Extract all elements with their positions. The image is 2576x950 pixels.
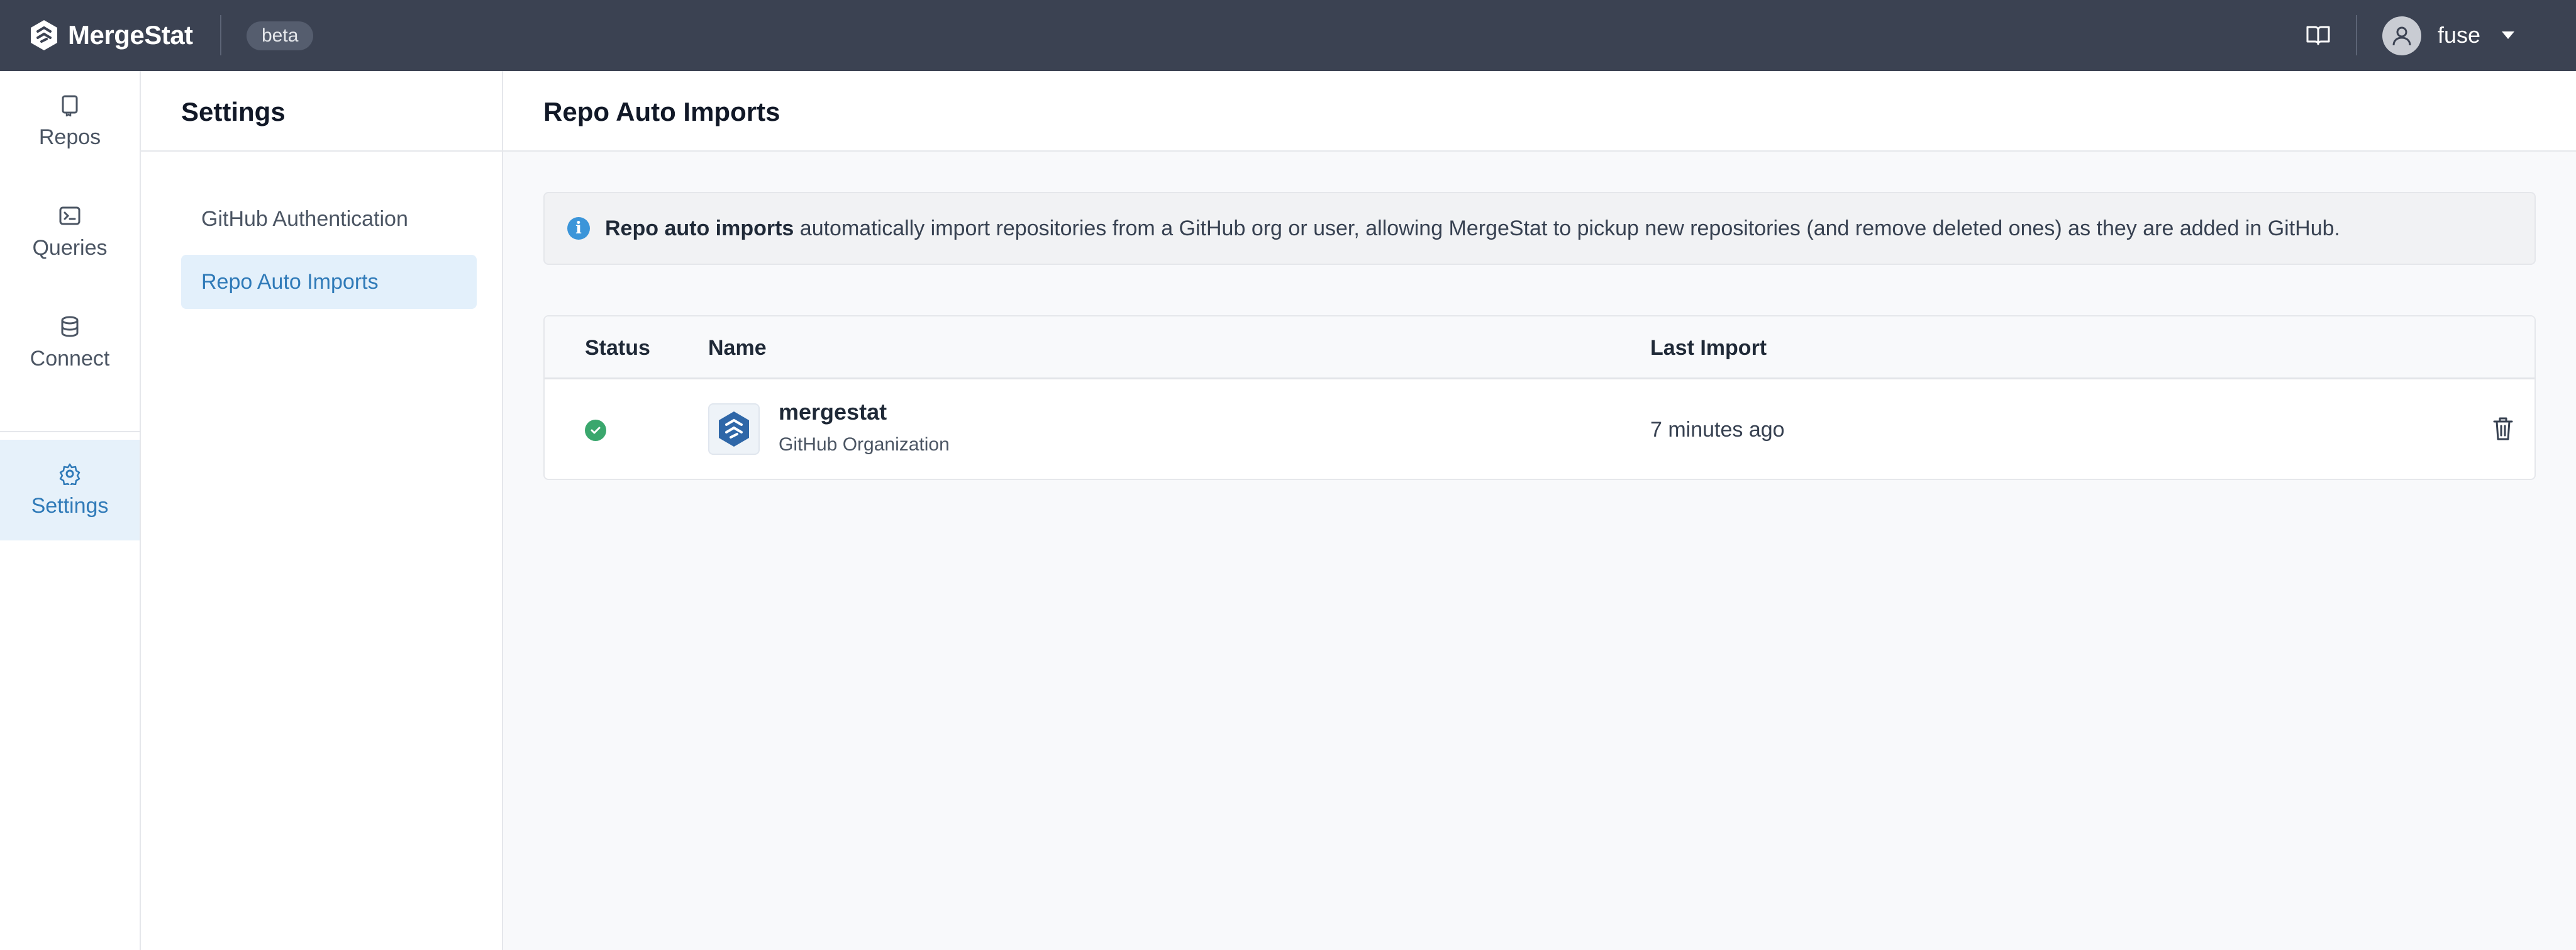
- trash-icon[interactable]: [2492, 416, 2514, 441]
- info-text: Repo auto imports automatically import r…: [605, 216, 2340, 241]
- primary-nav: Repos Queries Connect Settings: [0, 71, 141, 950]
- user-name[interactable]: fuse: [2438, 19, 2480, 52]
- nav-item-label: Settings: [31, 493, 109, 518]
- top-divider: [220, 15, 221, 55]
- brand-name[interactable]: MergeStat: [68, 19, 193, 52]
- mergestat-logo-icon[interactable]: [28, 19, 60, 52]
- info-icon: i: [567, 217, 590, 240]
- nav-divider: [0, 431, 140, 432]
- top-divider-right: [2356, 15, 2357, 55]
- table-row[interactable]: mergestat GitHub Organization 7 minutes …: [545, 379, 2534, 479]
- nav-item-connect[interactable]: Connect: [0, 293, 140, 393]
- info-callout: i Repo auto imports automatically import…: [543, 192, 2536, 265]
- nav-item-label: Queries: [32, 235, 108, 260]
- org-name[interactable]: mergestat: [779, 398, 887, 426]
- org-avatar: [708, 403, 760, 455]
- status-success-icon: [585, 420, 606, 441]
- chevron-down-icon[interactable]: [2502, 31, 2514, 39]
- info-text-bold: Repo auto imports: [605, 216, 794, 240]
- nav-item-label: Repos: [38, 125, 101, 149]
- user-avatar[interactable]: [2382, 16, 2421, 55]
- info-text-body: automatically import repositories from a…: [794, 216, 2341, 240]
- org-type: GitHub Organization: [779, 434, 950, 455]
- settings-nav-title: Settings: [181, 97, 286, 126]
- nav-item-settings[interactable]: Settings: [0, 440, 140, 540]
- auto-imports-table: Status Name Last Import mergestat GitHub…: [543, 315, 2536, 480]
- nav-item-repos[interactable]: Repos: [0, 71, 140, 172]
- table-header: Status Name Last Import: [545, 316, 2534, 379]
- page-header: Repo Auto Imports: [503, 71, 2576, 152]
- column-header-status: Status: [585, 336, 650, 360]
- database-icon: [61, 316, 79, 337]
- subnav-item-github-authentication[interactable]: GitHub Authentication: [181, 192, 477, 246]
- check-icon: [591, 427, 601, 434]
- docs-book-icon[interactable]: [2306, 24, 2331, 47]
- settings-nav: Settings GitHub Authentication Repo Auto…: [141, 71, 503, 950]
- main-content: Repo Auto Imports i Repo auto imports au…: [503, 71, 2576, 950]
- beta-badge: beta: [247, 21, 314, 50]
- terminal-icon: [59, 206, 80, 225]
- settings-nav-header: Settings: [141, 71, 502, 152]
- book-icon: [62, 95, 78, 116]
- last-import-time: 7 minutes ago: [1650, 418, 1785, 442]
- gear-icon: [59, 463, 80, 485]
- column-header-name: Name: [708, 336, 767, 360]
- page-title: Repo Auto Imports: [543, 97, 780, 126]
- nav-item-label: Connect: [30, 346, 110, 371]
- mergestat-org-logo-icon: [719, 411, 749, 447]
- column-header-last-import: Last Import: [1650, 336, 1767, 360]
- top-bar: MergeStat beta fuse: [0, 0, 2576, 71]
- nav-item-queries[interactable]: Queries: [0, 182, 140, 282]
- subnav-item-repo-auto-imports[interactable]: Repo Auto Imports: [181, 255, 477, 309]
- user-icon: [2392, 26, 2411, 46]
